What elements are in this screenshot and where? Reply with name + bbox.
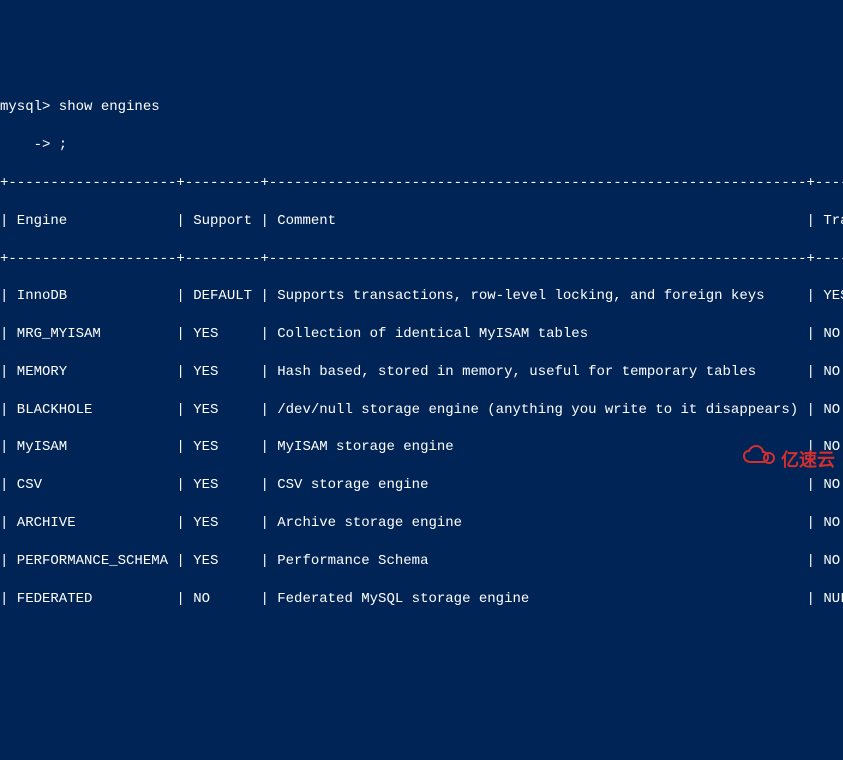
continuation-line: -> ; bbox=[0, 136, 843, 155]
prompt-line: mysql> show engines bbox=[0, 98, 843, 117]
table-row: | PERFORMANCE_SCHEMA | YES | Performance… bbox=[0, 552, 843, 571]
table-separator-top: +--------------------+---------+--------… bbox=[0, 174, 843, 193]
table-row: | InnoDB | DEFAULT | Supports transactio… bbox=[0, 287, 843, 306]
cloud-icon bbox=[707, 425, 777, 494]
table-row: | FEDERATED | NO | Federated MySQL stora… bbox=[0, 590, 843, 609]
table-row: | MEMORY | YES | Hash based, stored in m… bbox=[0, 363, 843, 382]
table-header: | Engine | Support | Comment | Transacti… bbox=[0, 212, 843, 231]
terminal-output[interactable]: mysql> show engines -> ; +--------------… bbox=[0, 76, 843, 628]
table-row: | MRG_MYISAM | YES | Collection of ident… bbox=[0, 325, 843, 344]
watermark-text: 亿速云 bbox=[781, 448, 835, 472]
table-row: | BLACKHOLE | YES | /dev/null storage en… bbox=[0, 401, 843, 420]
table-row: | ARCHIVE | YES | Archive storage engine… bbox=[0, 514, 843, 533]
watermark: 亿速云 bbox=[707, 425, 835, 494]
table-separator-mid: +--------------------+---------+--------… bbox=[0, 250, 843, 269]
